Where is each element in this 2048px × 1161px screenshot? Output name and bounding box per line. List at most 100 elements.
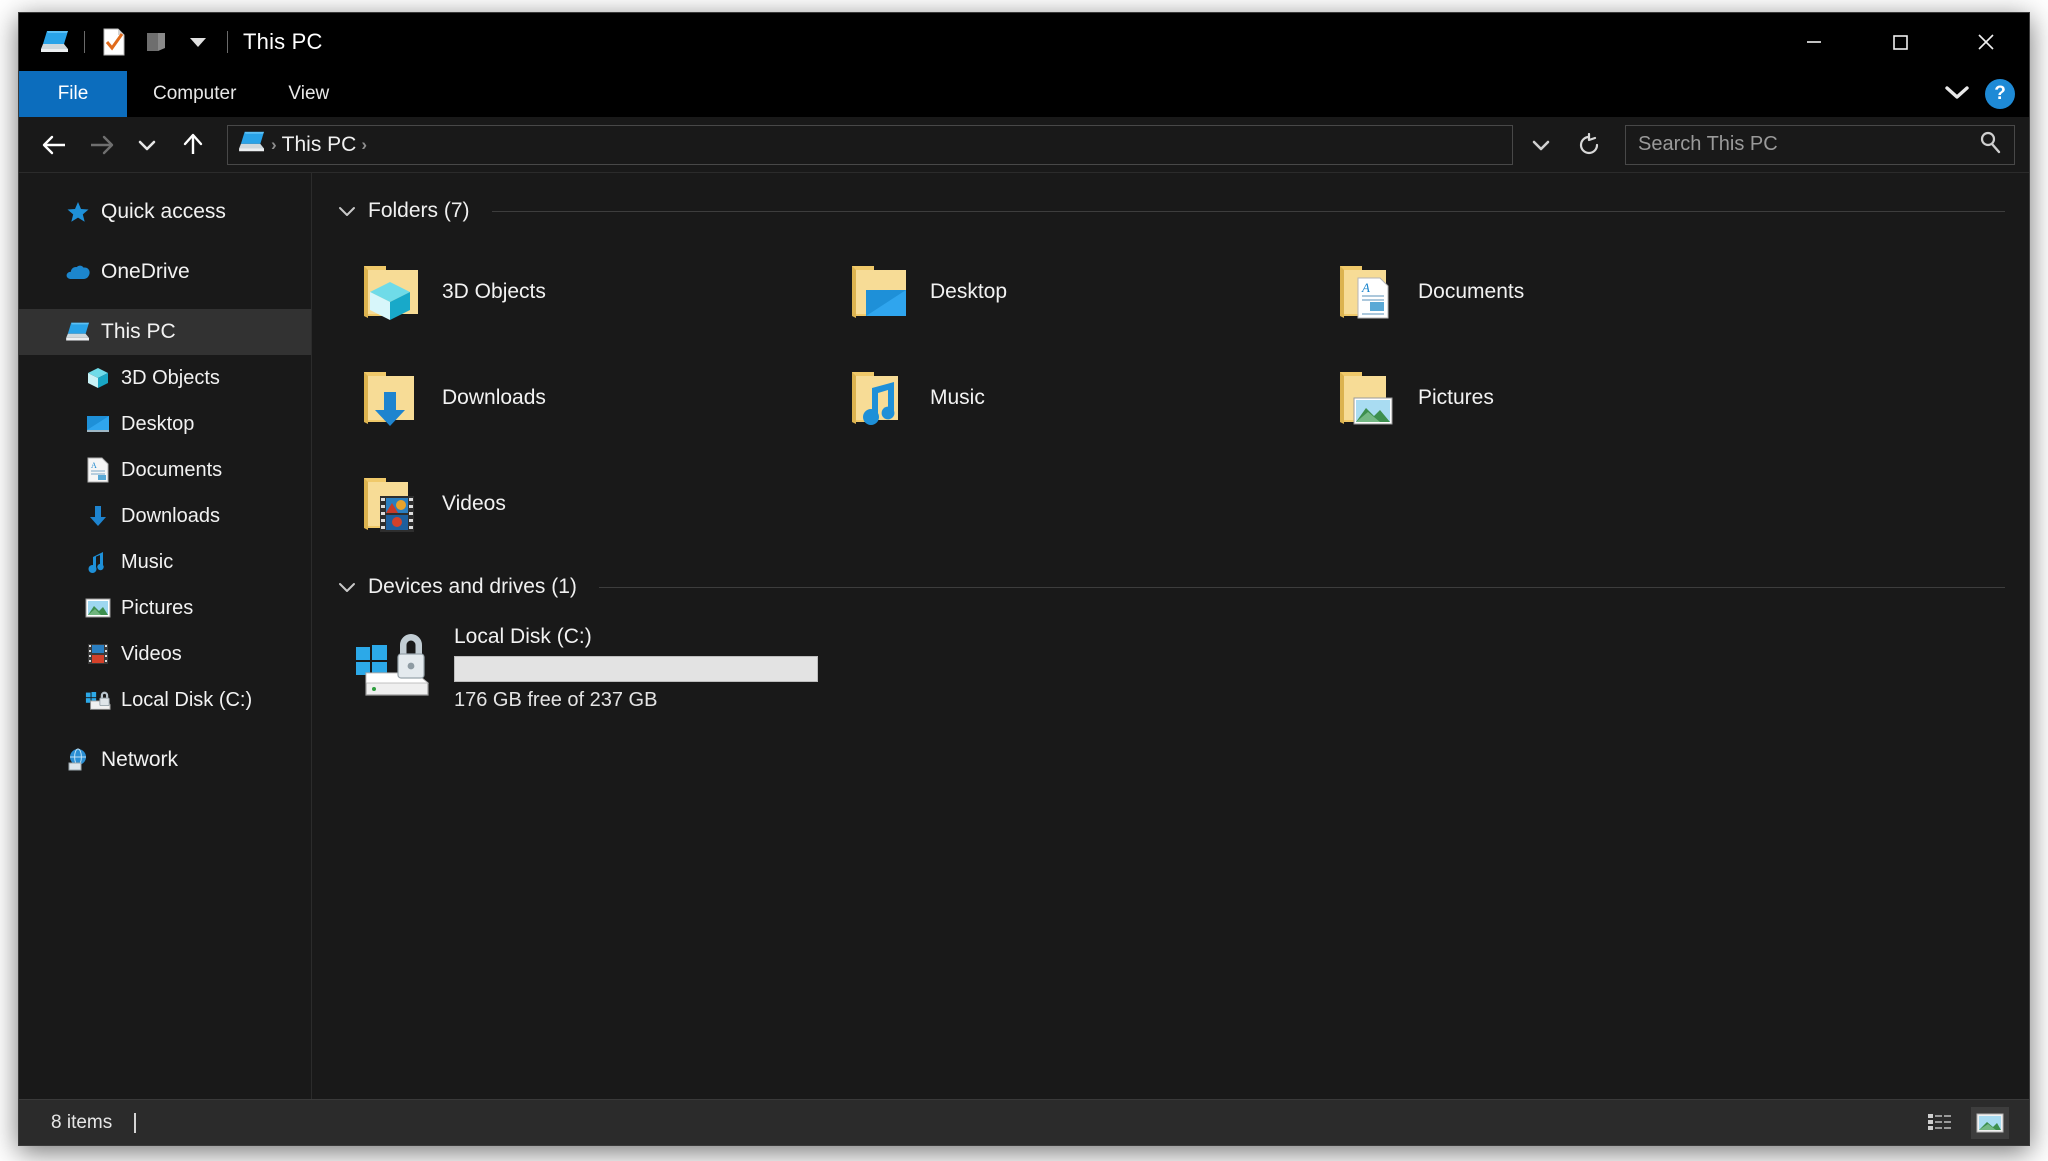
search-icon[interactable] <box>1978 130 2002 159</box>
help-button[interactable]: ? <box>1985 79 2015 109</box>
folder-videos-icon <box>354 467 428 541</box>
view-mode-buttons <box>1921 1106 2009 1139</box>
network-icon <box>65 747 91 773</box>
sidebar-item-label: Network <box>101 748 179 771</box>
forward-button[interactable] <box>79 125 123 165</box>
chevron-down-icon[interactable] <box>336 580 358 594</box>
folder-item-label: Pictures <box>1418 386 1494 409</box>
ribbon-tab-bar: File Computer View ? <box>19 71 2029 117</box>
document-icon: A <box>85 457 111 483</box>
sidebar-item-quick-access[interactable]: Quick access <box>19 189 311 235</box>
sidebar-item-label: Documents <box>121 458 223 481</box>
sidebar-item-this-pc[interactable]: This PC <box>19 309 311 355</box>
chevron-down-icon[interactable] <box>336 204 358 218</box>
cloud-icon <box>65 259 91 285</box>
folder-item-downloads[interactable]: Downloads <box>336 345 824 451</box>
tab-view[interactable]: View <box>262 71 355 117</box>
sidebar-item-network[interactable]: Network <box>19 737 311 783</box>
sidebar-item-label: Desktop <box>121 412 195 435</box>
folder-tiles: 3D Objects Desktop A Documents Downloads… <box>336 239 2005 557</box>
folder-item-3d-objects[interactable]: 3D Objects <box>336 239 824 345</box>
sidebar-item-onedrive[interactable]: OneDrive <box>19 249 311 295</box>
sidebar-item-downloads[interactable]: Downloads <box>19 493 311 539</box>
file-list-view[interactable]: Folders (7) 3D Objects Desktop A Documen… <box>312 173 2029 1099</box>
folder-item-desktop[interactable]: Desktop <box>824 239 1312 345</box>
ribbon-right-controls: ? <box>1943 71 2015 117</box>
refresh-icon[interactable] <box>1567 125 1611 165</box>
group-header-devices[interactable]: Devices and drives (1) <box>336 567 2005 607</box>
drive-info: Local Disk (C:) 176 GB free of 237 GB <box>454 621 818 712</box>
cube-icon <box>85 365 111 391</box>
recent-locations-chevron-icon[interactable] <box>125 125 169 165</box>
tab-file[interactable]: File <box>19 71 127 117</box>
file-explorer-window: This PC File Computer View ? › This PC ›… <box>18 12 2030 1146</box>
film-icon <box>85 641 111 667</box>
folder-item-label: Downloads <box>442 386 546 409</box>
drive-name: Local Disk (C:) <box>454 625 592 648</box>
breadcrumb[interactable]: › This PC › <box>227 124 1513 165</box>
bitlocker-drive-icon <box>354 621 440 707</box>
drive-item-local-disk-c[interactable]: Local Disk (C:) 176 GB free of 237 GB <box>336 615 896 718</box>
title-bar: This PC <box>19 13 2029 71</box>
folder-item-label: Desktop <box>930 280 1008 303</box>
explorer-body: Quick access OneDrive This PC 3D Objects… <box>19 173 2029 1099</box>
window-controls <box>1771 13 2029 71</box>
quick-access-toolbar: This PC <box>19 22 323 62</box>
folder-item-music[interactable]: Music <box>824 345 1312 451</box>
folder-item-label: 3D Objects <box>442 280 546 303</box>
sidebar-item-label: Quick access <box>101 200 226 223</box>
group-title: Folders (7) <box>368 199 470 222</box>
sidebar-item-local-disk-c[interactable]: Local Disk (C:) <box>19 677 311 723</box>
chevron-down-icon[interactable] <box>1943 83 1971 106</box>
breadcrumb-separator-1[interactable]: › <box>361 135 367 155</box>
search-input[interactable] <box>1638 133 1978 156</box>
folder-item-videos[interactable]: Videos <box>336 451 824 557</box>
sidebar-item-3d-objects[interactable]: 3D Objects <box>19 355 311 401</box>
customize-chevron-icon[interactable] <box>178 22 218 62</box>
search-box[interactable] <box>1625 124 2015 165</box>
folder-music-icon <box>842 361 916 435</box>
folder-3d-objects-icon <box>354 255 428 329</box>
maximize-button[interactable] <box>1857 13 1943 71</box>
picture-icon <box>85 595 111 621</box>
star-icon <box>65 199 91 225</box>
sidebar-item-music[interactable]: Music <box>19 539 311 585</box>
close-button[interactable] <box>1943 13 2029 71</box>
breadcrumb-separator-0[interactable]: › <box>271 135 277 155</box>
folder-item-documents[interactable]: A Documents <box>1312 239 1800 345</box>
breadcrumb-pc-icon <box>238 130 266 159</box>
group-header-folders[interactable]: Folders (7) <box>336 191 2005 231</box>
status-divider <box>134 1112 137 1133</box>
folder-item-label: Videos <box>442 492 506 515</box>
tab-computer[interactable]: Computer <box>127 71 262 117</box>
minimize-button[interactable] <box>1771 13 1857 71</box>
svg-text:A: A <box>1361 280 1370 295</box>
properties-icon[interactable] <box>94 22 134 62</box>
breadcrumb-item-this-pc[interactable]: This PC <box>282 133 357 157</box>
sidebar-item-label: Pictures <box>121 596 194 619</box>
monitor-icon <box>85 411 111 437</box>
sidebar-item-label: Music <box>121 550 174 573</box>
large-icons-view-button[interactable] <box>1971 1106 2009 1139</box>
details-view-button[interactable] <box>1921 1107 1959 1139</box>
sidebar-item-desktop[interactable]: Desktop <box>19 401 311 447</box>
group-title: Devices and drives (1) <box>368 575 577 598</box>
folder-item-pictures[interactable]: Pictures <box>1312 345 1800 451</box>
sidebar-item-pictures[interactable]: Pictures <box>19 585 311 631</box>
sidebar-item-videos[interactable]: Videos <box>19 631 311 677</box>
window-title: This PC <box>243 29 323 54</box>
back-button[interactable] <box>33 125 77 165</box>
drive-icon <box>85 687 111 713</box>
up-button[interactable] <box>171 125 215 165</box>
previous-locations-chevron-icon[interactable] <box>1519 125 1563 165</box>
sidebar-item-documents[interactable]: A Documents <box>19 447 311 493</box>
group-divider <box>491 210 2005 212</box>
new-folder-icon[interactable] <box>136 22 176 62</box>
address-bar: › This PC › <box>19 117 2029 173</box>
folder-item-label: Music <box>930 386 985 409</box>
svg-text:A: A <box>91 461 97 470</box>
sidebar-item-label: 3D Objects <box>121 366 220 389</box>
this-pc-icon[interactable] <box>35 22 75 62</box>
